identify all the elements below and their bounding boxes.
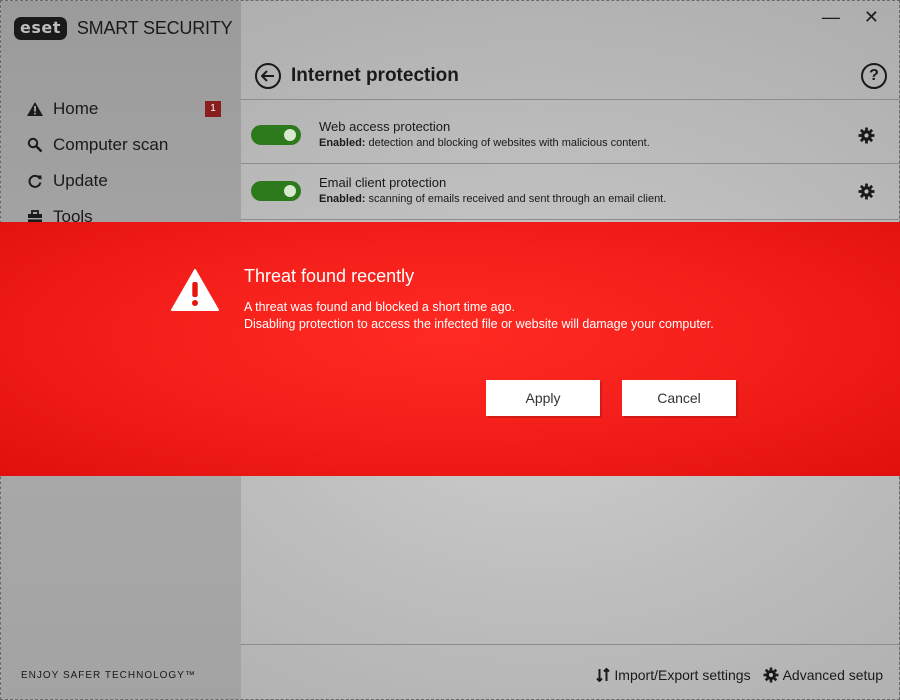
protection-row-email: Email client protection Enabled: scannin… <box>251 163 899 219</box>
eset-logo: eset <box>14 17 67 40</box>
divider <box>241 219 899 220</box>
arrow-left-icon <box>261 70 274 82</box>
import-export-link[interactable]: Import/Export settings <box>596 667 751 683</box>
sidebar-item-computer-scan[interactable]: Computer scan <box>1 127 241 163</box>
protection-row-web: Web access protection Enabled: detection… <box>251 107 899 163</box>
email-protection-toggle[interactable] <box>251 181 301 201</box>
status-label: Enabled: <box>319 193 366 205</box>
apply-button[interactable]: Apply <box>486 380 600 416</box>
status-label: Enabled: <box>319 137 366 149</box>
page-title: Internet protection <box>291 65 459 86</box>
protection-description: Enabled: scanning of emails received and… <box>319 193 666 205</box>
sidebar-nav: Home 1 Computer scan Update Tools <box>1 91 241 235</box>
advanced-setup-link[interactable]: Advanced setup <box>763 667 883 683</box>
search-icon <box>23 137 47 153</box>
gear-icon[interactable] <box>858 183 875 205</box>
protection-description: Enabled: detection and blocking of websi… <box>319 137 650 149</box>
sidebar-item-label: Update <box>53 171 108 190</box>
product-name: SMART SECURITY <box>76 18 233 38</box>
status-text: scanning of emails received and sent thr… <box>365 193 667 205</box>
sidebar-item-update[interactable]: Update <box>1 163 241 199</box>
divider <box>241 99 899 100</box>
warning-icon <box>23 101 47 117</box>
alert-title: Threat found recently <box>244 266 415 286</box>
threat-alert-banner: Threat found recently A threat was found… <box>0 222 900 476</box>
toggle-knob <box>284 185 296 197</box>
page-header: Internet protection <box>255 63 459 89</box>
help-button[interactable]: ? <box>861 63 887 89</box>
gear-icon <box>763 667 779 683</box>
warning-icon <box>170 268 220 317</box>
import-export-icon <box>596 668 611 682</box>
back-button[interactable] <box>255 63 281 89</box>
status-text: detection and blocking of websites with … <box>365 137 650 149</box>
protection-name: Web access protection <box>319 119 451 134</box>
protection-name: Email client protection <box>319 175 447 190</box>
sidebar-item-home[interactable]: Home 1 <box>1 91 241 127</box>
gear-icon[interactable] <box>858 127 875 149</box>
cancel-button[interactable]: Cancel <box>622 380 736 416</box>
brand: eset SMART SECURITY <box>14 17 233 40</box>
sidebar-item-label: Computer scan <box>53 135 169 154</box>
web-protection-toggle[interactable] <box>251 125 301 145</box>
toggle-knob <box>284 129 296 141</box>
tagline: ENJOY SAFER TECHNOLOGY™ <box>21 670 196 681</box>
footer-divider <box>241 644 899 645</box>
sidebar-item-label: Home <box>53 99 99 118</box>
footer-links: Import/Export settings Advanced setup <box>596 667 883 683</box>
refresh-icon <box>23 173 47 189</box>
import-export-label: Import/Export settings <box>614 667 751 683</box>
advanced-setup-label: Advanced setup <box>782 667 883 683</box>
alert-message: A threat was found and blocked a short t… <box>244 300 714 331</box>
notification-badge: 1 <box>205 101 221 117</box>
